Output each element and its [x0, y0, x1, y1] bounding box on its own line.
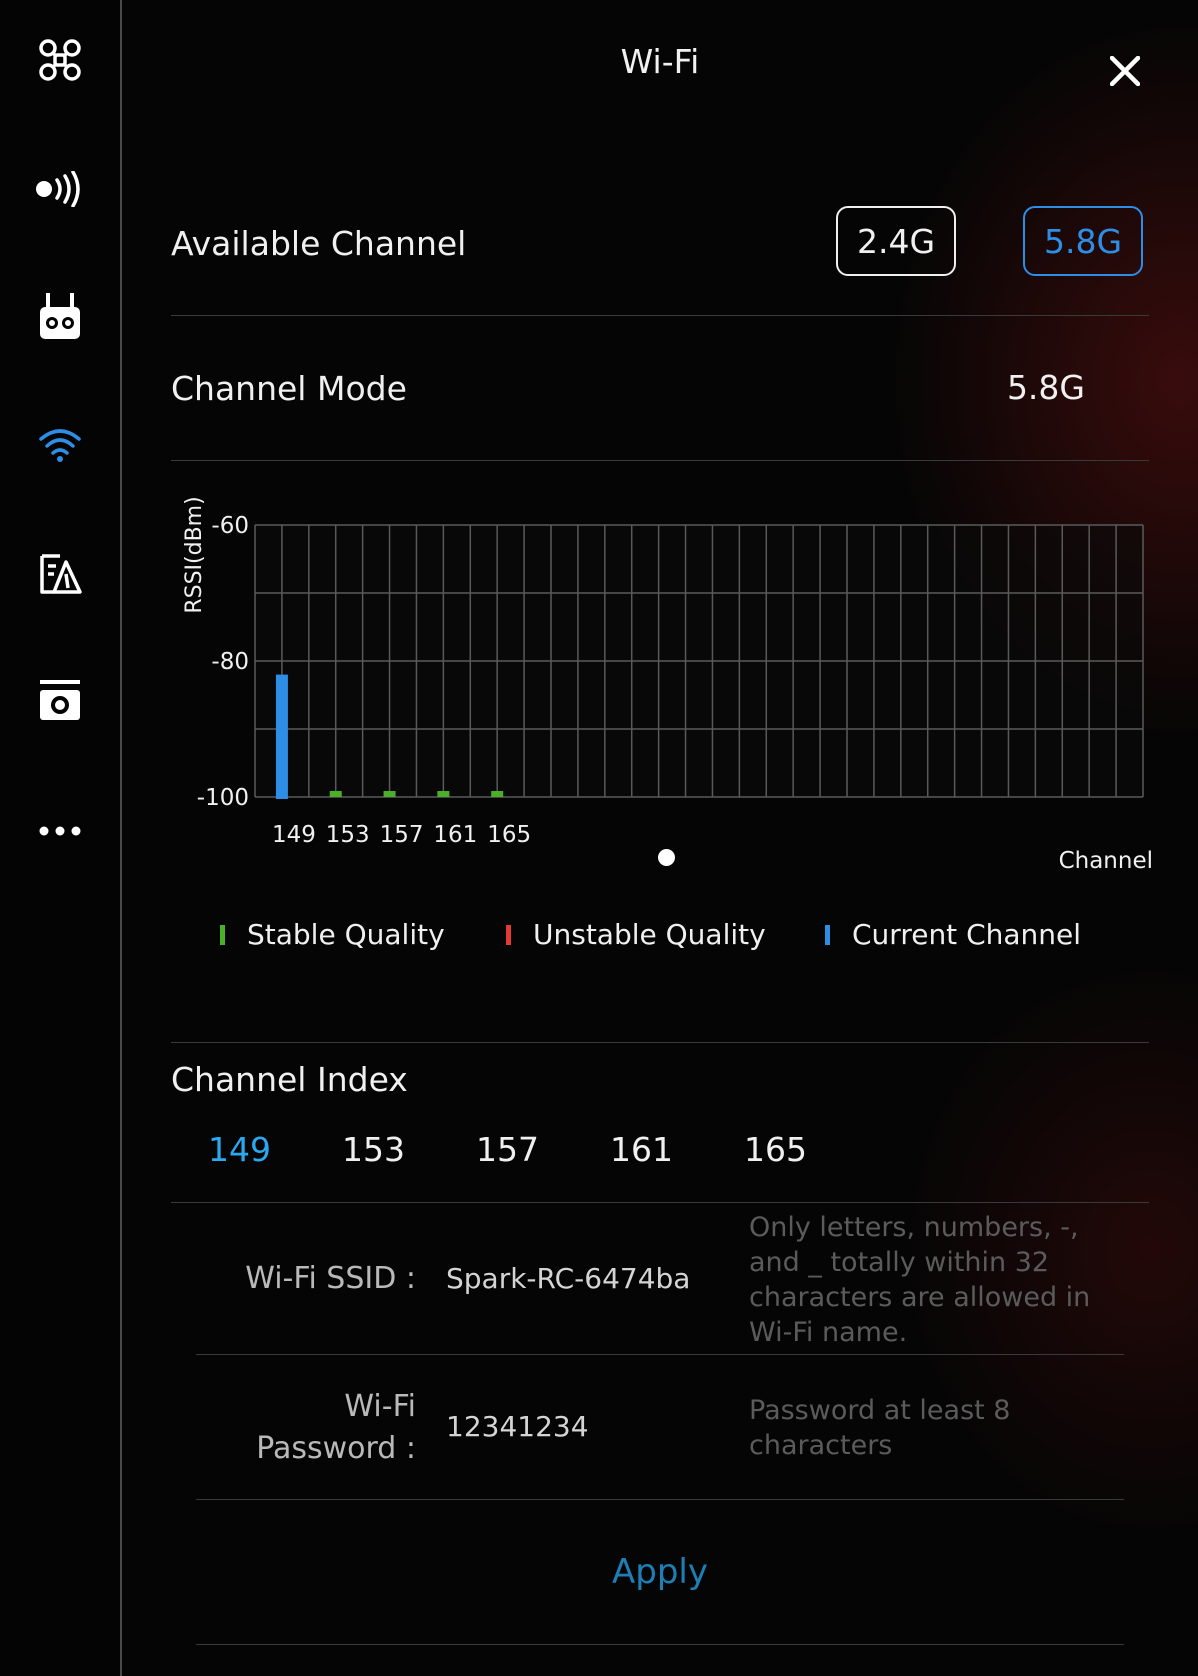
legend-stable-label: Stable Quality [247, 918, 445, 951]
drone-icon [39, 39, 81, 81]
camera-icon [40, 680, 80, 720]
channel-index-item[interactable]: 157 [476, 1130, 539, 1169]
channel-index-item[interactable]: 161 [610, 1130, 673, 1169]
legend-unstable-swatch [506, 924, 511, 945]
legend-unstable: Unstable Quality [506, 918, 766, 951]
channel-mode-label: Channel Mode [171, 369, 407, 408]
chart-x-tick-label: 165 [487, 822, 531, 848]
wifi-password-input[interactable] [446, 1410, 716, 1443]
page-title: Wi-Fi [620, 42, 700, 81]
divider [171, 315, 1149, 316]
legend-unstable-label: Unstable Quality [533, 918, 766, 951]
chart-bar [275, 674, 288, 799]
divider [171, 460, 1149, 461]
close-icon [1109, 55, 1141, 87]
channel-index-item[interactable]: 153 [342, 1130, 405, 1169]
chart-bar [383, 791, 396, 797]
chart-y-tick-label: -60 [211, 513, 249, 539]
legend-current-label: Current Channel [852, 918, 1082, 951]
sidebar [0, 0, 122, 1676]
sidebar-item-aircraft[interactable] [0, 15, 120, 105]
chart-y-tick-label: -80 [211, 649, 249, 675]
chart-x-tick-label: 157 [380, 822, 424, 848]
chart-x-axis-label: Channel [1059, 848, 1153, 874]
wifi-password-label: Wi-Fi Password : [196, 1386, 416, 1470]
channel-index-item[interactable]: 165 [744, 1130, 807, 1169]
chart-x-tick-label: 161 [433, 822, 477, 848]
sidebar-item-remote-controller[interactable] [0, 272, 120, 362]
remote-controller-icon [40, 293, 80, 339]
channel-index-label: Channel Index [171, 1060, 408, 1099]
signal-broadcast-icon [36, 171, 80, 207]
band-5-8g-button[interactable]: 5.8G [1023, 206, 1143, 276]
close-button[interactable] [1100, 46, 1150, 96]
chart-bar [491, 791, 504, 797]
chart-y-tick-label: -100 [197, 785, 249, 811]
legend-stable-swatch [220, 924, 225, 945]
legend-current-swatch [825, 924, 830, 945]
wifi-password-label-line2: Password : [256, 1431, 416, 1466]
chart-y-axis-label: RSSI(dBm) [182, 496, 207, 613]
wifi-icon [39, 429, 81, 462]
channel-mode-value: 5.8G [1006, 368, 1085, 407]
divider [196, 1354, 1124, 1355]
flight-settings-icon [40, 554, 82, 594]
divider [196, 1644, 1124, 1645]
chart-bar [329, 791, 342, 797]
wifi-ssid-input[interactable] [446, 1262, 716, 1295]
divider [171, 1042, 1149, 1043]
sidebar-item-wifi[interactable] [0, 400, 120, 490]
sidebar-item-more[interactable] [0, 786, 120, 876]
chart-bar [437, 791, 450, 797]
sidebar-item-transmission[interactable] [0, 144, 120, 234]
divider [196, 1499, 1124, 1500]
divider [171, 1202, 1149, 1203]
wifi-ssid-label: Wi-Fi SSID : [245, 1261, 416, 1296]
available-channel-label: Available Channel [171, 224, 467, 263]
wifi-ssid-hint: Only letters, numbers, -, and _ totally … [749, 1212, 1091, 1348]
more-icon [39, 826, 81, 836]
rssi-chart: -60 -80 -100 RSSI(dBm) 149 153 157 161 165 Channe… [182, 496, 1153, 874]
chart-x-tick-label: 153 [326, 822, 370, 848]
channel-index-item[interactable]: 149 [208, 1130, 271, 1169]
sidebar-item-flight-settings[interactable] [0, 528, 120, 618]
chart-page-indicator[interactable] [658, 849, 675, 866]
legend-current: Current Channel [825, 918, 1081, 951]
band-2-4g-button[interactable]: 2.4G [836, 206, 956, 276]
chart-x-tick-label: 149 [272, 822, 316, 848]
wifi-settings-screen: Wi-Fi Available Channel 2.4G 5.8G Channe… [0, 0, 1198, 1676]
sidebar-item-camera[interactable] [0, 656, 120, 746]
legend-stable: Stable Quality [220, 918, 445, 951]
apply-button[interactable]: Apply [560, 1552, 760, 1592]
wifi-password-label-line1: Wi-Fi [344, 1389, 416, 1424]
wifi-password-hint: Password at least 8 characters [749, 1395, 1011, 1461]
